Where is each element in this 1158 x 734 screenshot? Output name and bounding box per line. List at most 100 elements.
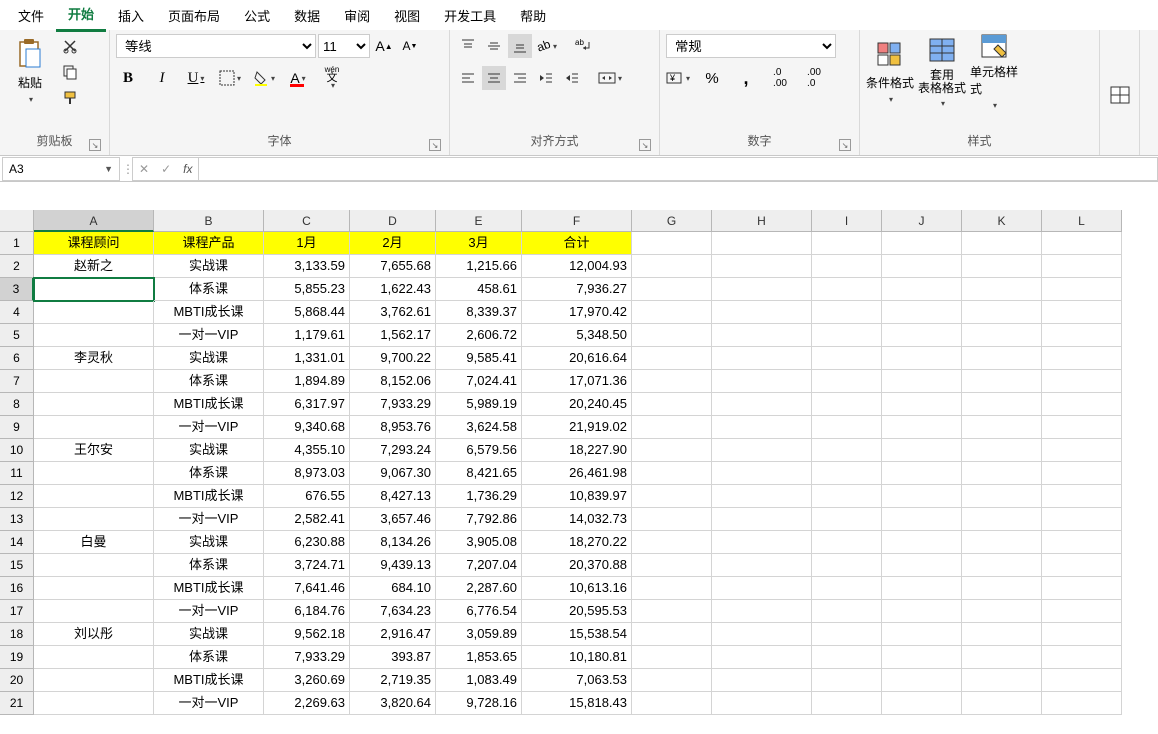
cell-I13[interactable] bbox=[812, 508, 882, 531]
cell-J11[interactable] bbox=[882, 462, 962, 485]
cell-K3[interactable] bbox=[962, 278, 1042, 301]
cell-C3[interactable]: 5,855.23 bbox=[264, 278, 350, 301]
cell-A9[interactable] bbox=[34, 416, 154, 439]
col-header-G[interactable]: G bbox=[632, 210, 712, 232]
cell-K9[interactable] bbox=[962, 416, 1042, 439]
cell-I18[interactable] bbox=[812, 623, 882, 646]
cell-F13[interactable]: 14,032.73 bbox=[522, 508, 632, 531]
cell-E14[interactable]: 3,905.08 bbox=[436, 531, 522, 554]
cell-I20[interactable] bbox=[812, 669, 882, 692]
cell-J21[interactable] bbox=[882, 692, 962, 715]
cell-D7[interactable]: 8,152.06 bbox=[350, 370, 436, 393]
cell-C21[interactable]: 2,269.63 bbox=[264, 692, 350, 715]
cell-D17[interactable]: 7,634.23 bbox=[350, 600, 436, 623]
row-headers[interactable]: 123456789101112131415161718192021 bbox=[0, 232, 34, 715]
cell-J1[interactable] bbox=[882, 232, 962, 255]
cell-J4[interactable] bbox=[882, 301, 962, 324]
cell-B11[interactable]: 体系课 bbox=[154, 462, 264, 485]
cell-D6[interactable]: 9,700.22 bbox=[350, 347, 436, 370]
cell-L5[interactable] bbox=[1042, 324, 1122, 347]
accounting-format-button[interactable]: ¥ bbox=[666, 66, 690, 90]
row-header-1[interactable]: 1 bbox=[0, 232, 34, 255]
cell-J3[interactable] bbox=[882, 278, 962, 301]
cell-J17[interactable] bbox=[882, 600, 962, 623]
cell-B4[interactable]: MBTI成长课 bbox=[154, 301, 264, 324]
cell-G18[interactable] bbox=[632, 623, 712, 646]
cell-A20[interactable] bbox=[34, 669, 154, 692]
cell-J15[interactable] bbox=[882, 554, 962, 577]
cell-F18[interactable]: 15,538.54 bbox=[522, 623, 632, 646]
row-header-6[interactable]: 6 bbox=[0, 347, 34, 370]
cell-I9[interactable] bbox=[812, 416, 882, 439]
cell-C14[interactable]: 6,230.88 bbox=[264, 531, 350, 554]
cell-E10[interactable]: 6,579.56 bbox=[436, 439, 522, 462]
cell-E4[interactable]: 8,339.37 bbox=[436, 301, 522, 324]
cell-J12[interactable] bbox=[882, 485, 962, 508]
cell-F2[interactable]: 12,004.93 bbox=[522, 255, 632, 278]
cell-B10[interactable]: 实战课 bbox=[154, 439, 264, 462]
cell-E11[interactable]: 8,421.65 bbox=[436, 462, 522, 485]
cell-I5[interactable] bbox=[812, 324, 882, 347]
row-header-8[interactable]: 8 bbox=[0, 393, 34, 416]
cell-A2[interactable]: 赵新之 bbox=[34, 255, 154, 278]
row-header-17[interactable]: 17 bbox=[0, 600, 34, 623]
cells-area[interactable]: 课程顾问课程产品1月2月3月合计赵新之实战课3,133.597,655.681,… bbox=[34, 232, 1122, 715]
cell-B1[interactable]: 课程产品 bbox=[154, 232, 264, 255]
cell-B16[interactable]: MBTI成长课 bbox=[154, 577, 264, 600]
cell-K19[interactable] bbox=[962, 646, 1042, 669]
cell-G12[interactable] bbox=[632, 485, 712, 508]
decrease-indent-button[interactable] bbox=[534, 66, 558, 90]
cell-L18[interactable] bbox=[1042, 623, 1122, 646]
cell-L15[interactable] bbox=[1042, 554, 1122, 577]
cell-H10[interactable] bbox=[712, 439, 812, 462]
cell-A19[interactable] bbox=[34, 646, 154, 669]
row-header-3[interactable]: 3 bbox=[0, 278, 34, 301]
cell-A4[interactable] bbox=[34, 301, 154, 324]
increase-decimal-button[interactable]: .0.00 bbox=[768, 66, 792, 90]
cell-H8[interactable] bbox=[712, 393, 812, 416]
cell-H17[interactable] bbox=[712, 600, 812, 623]
cell-L21[interactable] bbox=[1042, 692, 1122, 715]
row-header-20[interactable]: 20 bbox=[0, 669, 34, 692]
cell-G5[interactable] bbox=[632, 324, 712, 347]
cell-I8[interactable] bbox=[812, 393, 882, 416]
cell-E5[interactable]: 2,606.72 bbox=[436, 324, 522, 347]
cell-B21[interactable]: 一对一VIP bbox=[154, 692, 264, 715]
align-left-button[interactable] bbox=[456, 66, 480, 90]
cell-A18[interactable]: 刘以彤 bbox=[34, 623, 154, 646]
cell-K17[interactable] bbox=[962, 600, 1042, 623]
cell-E16[interactable]: 2,287.60 bbox=[436, 577, 522, 600]
cell-H4[interactable] bbox=[712, 301, 812, 324]
cell-G3[interactable] bbox=[632, 278, 712, 301]
cell-D8[interactable]: 7,933.29 bbox=[350, 393, 436, 416]
align-center-button[interactable] bbox=[482, 66, 506, 90]
cell-C8[interactable]: 6,317.97 bbox=[264, 393, 350, 416]
col-header-A[interactable]: A bbox=[34, 210, 154, 232]
name-box[interactable]: A3▼ bbox=[2, 157, 120, 181]
cell-C12[interactable]: 676.55 bbox=[264, 485, 350, 508]
cell-I6[interactable] bbox=[812, 347, 882, 370]
number-format-select[interactable]: 常规 bbox=[666, 34, 836, 58]
cell-H14[interactable] bbox=[712, 531, 812, 554]
cell-K15[interactable] bbox=[962, 554, 1042, 577]
cell-L19[interactable] bbox=[1042, 646, 1122, 669]
cell-D18[interactable]: 2,916.47 bbox=[350, 623, 436, 646]
cell-H9[interactable] bbox=[712, 416, 812, 439]
cell-K7[interactable] bbox=[962, 370, 1042, 393]
cell-D21[interactable]: 3,820.64 bbox=[350, 692, 436, 715]
row-header-16[interactable]: 16 bbox=[0, 577, 34, 600]
insert-cells-icon[interactable] bbox=[1108, 83, 1132, 107]
menu-item-7[interactable]: 视图 bbox=[382, 0, 432, 31]
cell-E2[interactable]: 1,215.66 bbox=[436, 255, 522, 278]
cell-E1[interactable]: 3月 bbox=[436, 232, 522, 255]
menu-item-4[interactable]: 公式 bbox=[232, 0, 282, 31]
cell-H11[interactable] bbox=[712, 462, 812, 485]
alignment-launcher-icon[interactable]: ↘ bbox=[639, 139, 651, 151]
cell-H18[interactable] bbox=[712, 623, 812, 646]
cell-C5[interactable]: 1,179.61 bbox=[264, 324, 350, 347]
row-header-21[interactable]: 21 bbox=[0, 692, 34, 715]
cell-H16[interactable] bbox=[712, 577, 812, 600]
cell-D9[interactable]: 8,953.76 bbox=[350, 416, 436, 439]
cell-L2[interactable] bbox=[1042, 255, 1122, 278]
cell-J7[interactable] bbox=[882, 370, 962, 393]
